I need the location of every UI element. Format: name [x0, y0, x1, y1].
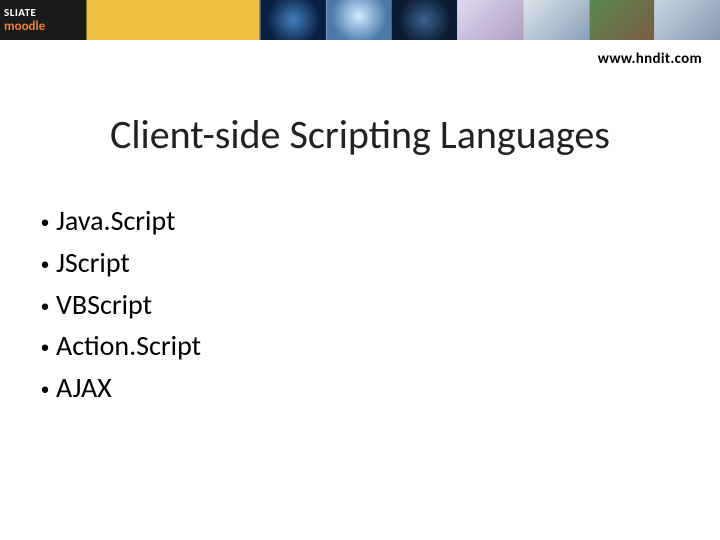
banner-thumb [260, 0, 326, 40]
banner-thumb [654, 0, 720, 40]
bullet-text: Action.Script [56, 328, 201, 364]
bullet-icon: • [34, 213, 56, 231]
slide-title: Client-side Scripting Languages [0, 110, 720, 159]
banner-thumb [391, 0, 457, 40]
banner-thumb [326, 0, 392, 40]
logo-text-top: SLIATE [4, 6, 84, 19]
bullet-icon: • [34, 338, 56, 356]
bullet-icon: • [34, 255, 56, 273]
bullet-text: AJAX [56, 370, 112, 406]
banner-thumb [457, 0, 523, 40]
bullet-icon: • [34, 380, 56, 398]
bullet-icon: • [34, 297, 56, 315]
header-banner: SLIATE moodle [0, 0, 720, 40]
list-item: • AJAX [34, 370, 720, 406]
bullet-text: VBScript [56, 287, 152, 323]
bullet-list: • Java.Script • JScript • VBScript • Act… [34, 203, 720, 406]
site-logo: SLIATE moodle [4, 2, 84, 38]
list-item: • Java.Script [34, 203, 720, 239]
banner-image-collage [260, 0, 720, 40]
site-url: www.hndit.com [598, 50, 702, 68]
banner-thumb [523, 0, 589, 40]
banner-thumb [589, 0, 655, 40]
list-item: • JScript [34, 245, 720, 281]
bullet-text: Java.Script [56, 203, 175, 239]
list-item: • Action.Script [34, 328, 720, 364]
logo-text-bottom: moodle [4, 19, 84, 34]
list-item: • VBScript [34, 287, 720, 323]
bullet-text: JScript [56, 245, 130, 281]
